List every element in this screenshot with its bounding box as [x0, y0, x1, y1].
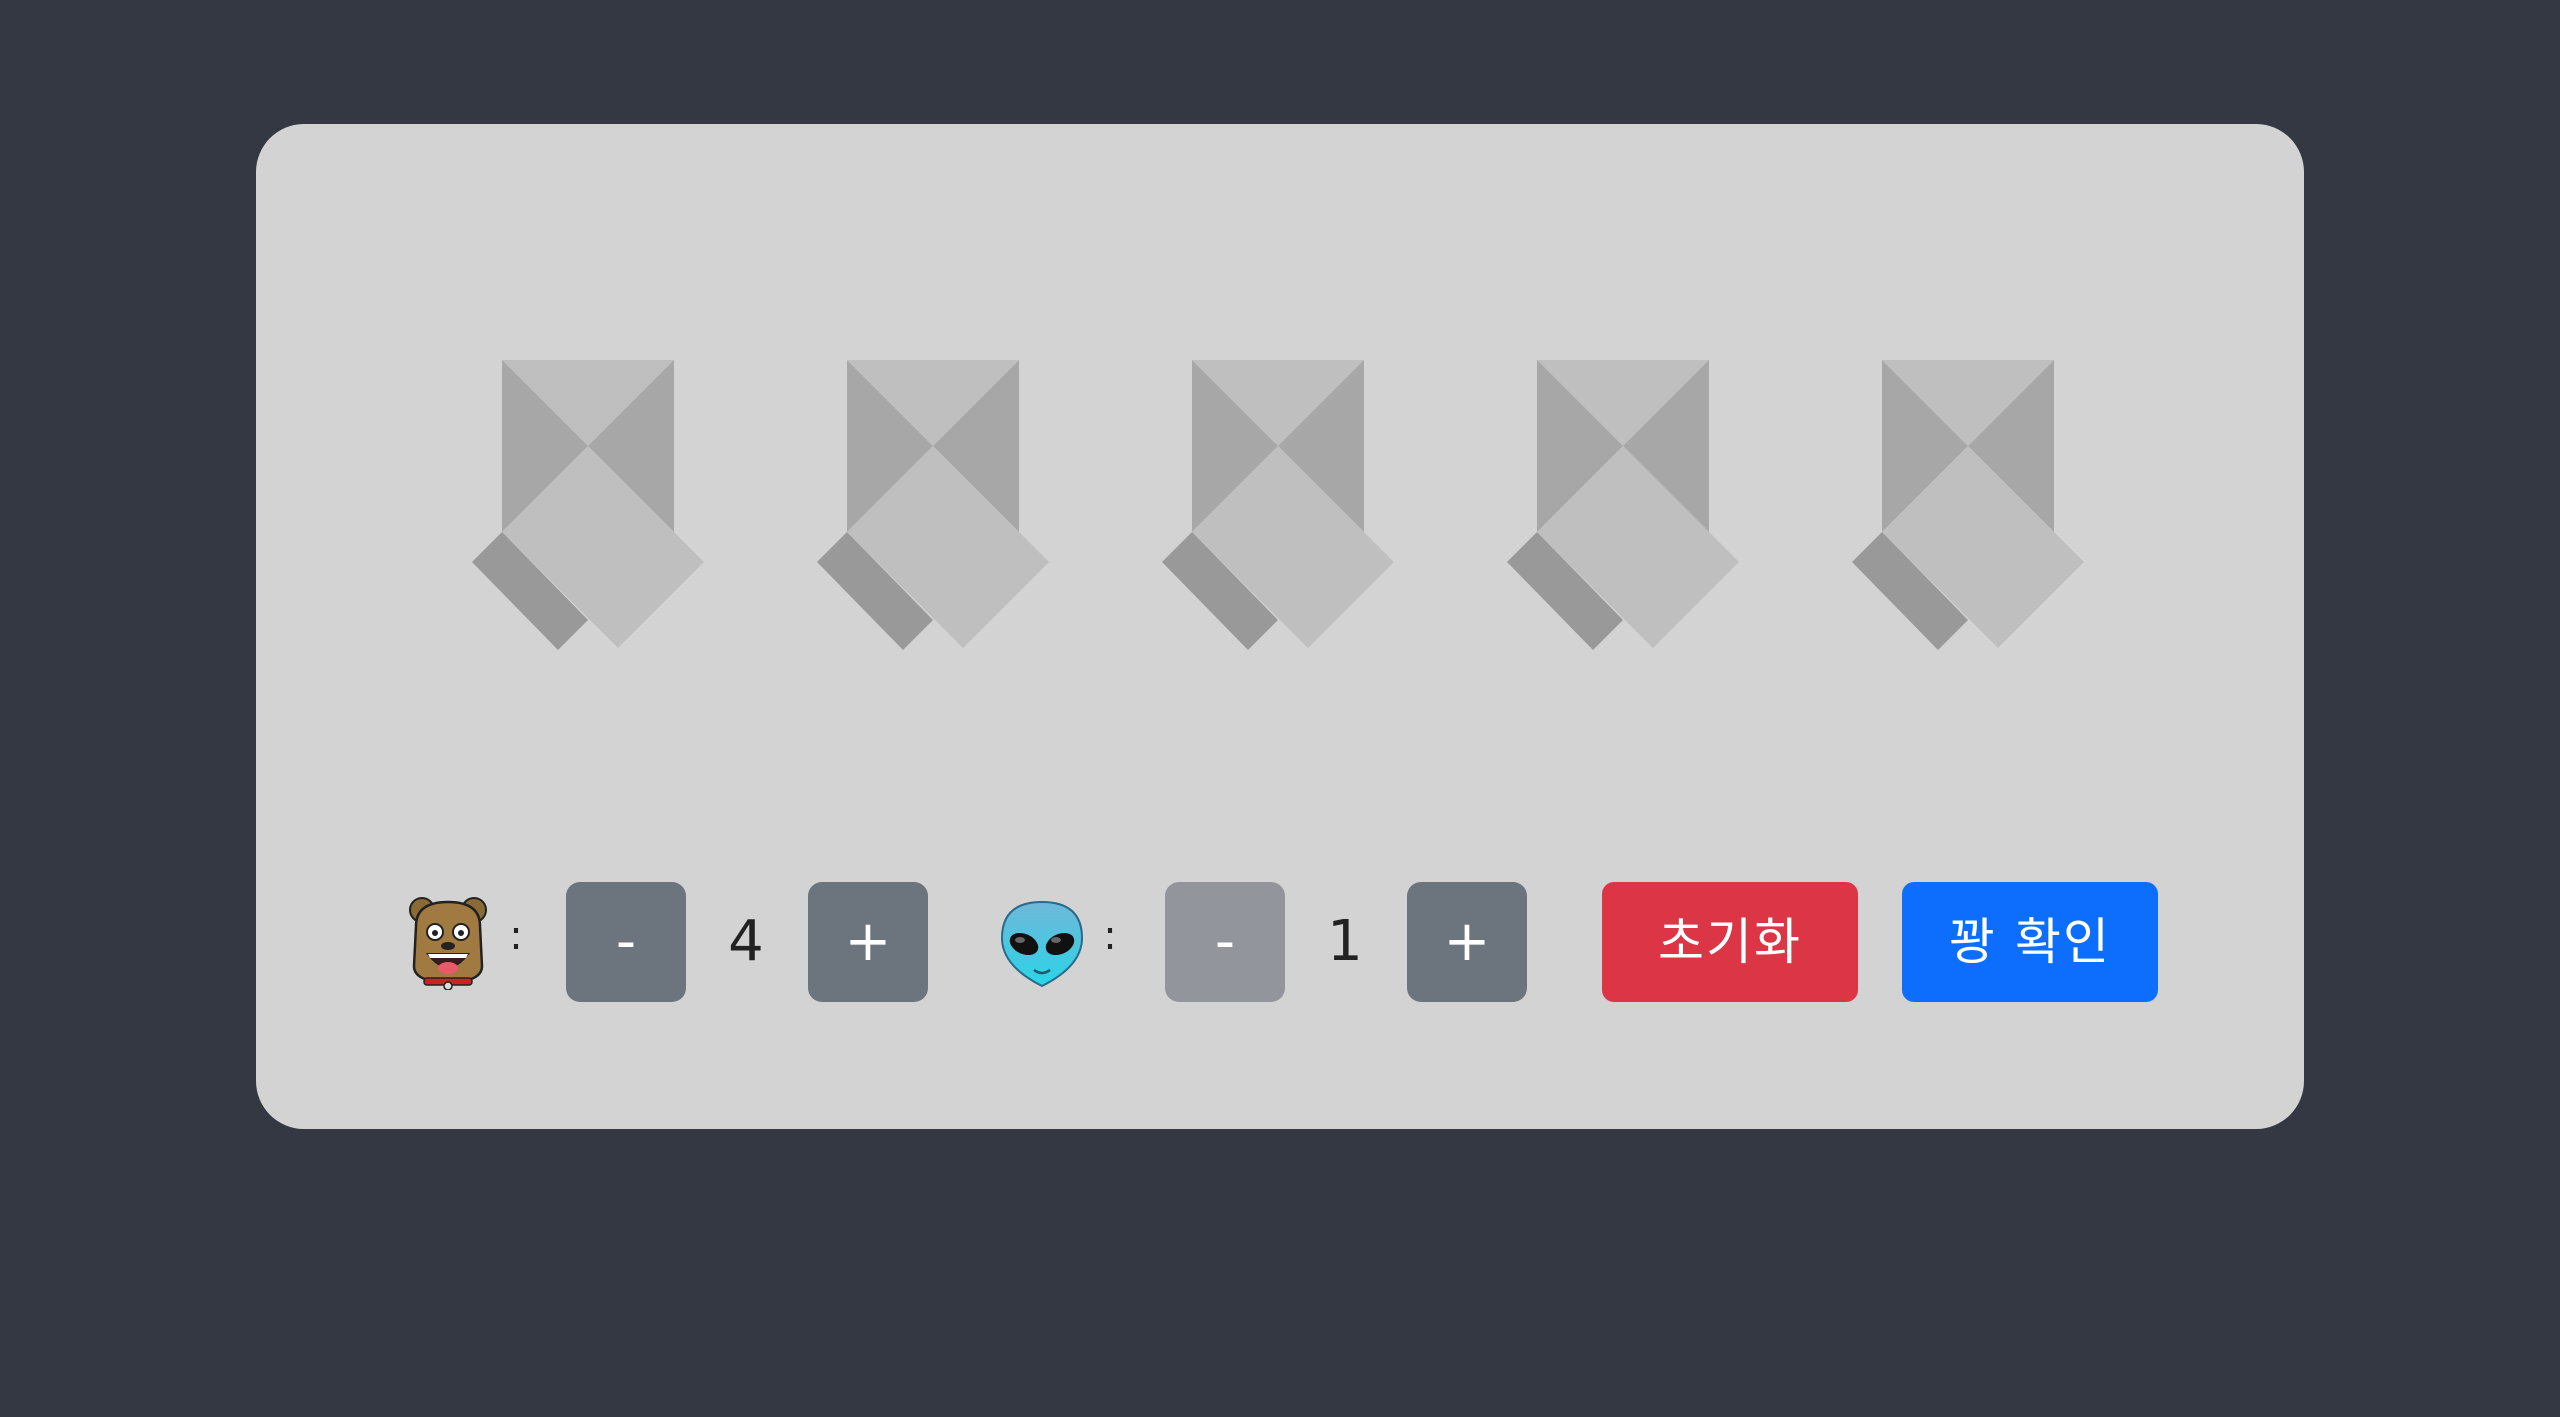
alien-count: 1: [1327, 909, 1363, 974]
player-separator: :: [1103, 913, 1117, 959]
ribbon-icon[interactable]: [472, 360, 704, 650]
ribbon-icon[interactable]: [1507, 360, 1739, 650]
ribbon-icon[interactable]: [817, 360, 1049, 650]
reset-button[interactable]: 초기화: [1602, 882, 1858, 1002]
decrease-bulldog-button[interactable]: -: [566, 882, 686, 1002]
player-separator: :: [509, 913, 523, 959]
ribbon-row: [256, 124, 2304, 824]
decrease-alien-button[interactable]: -: [1165, 882, 1285, 1002]
ribbon-icon[interactable]: [1162, 360, 1394, 650]
confirm-result-button[interactable]: 꽝 확인: [1902, 882, 2158, 1002]
game-card: : - 4 + : - 1 + 초기화 꽝 확인: [256, 124, 2304, 1129]
bulldog-count: 4: [728, 909, 764, 974]
control-bar: : - 4 + : - 1 + 초기화 꽝 확인: [256, 882, 2304, 1006]
alien-face-icon: [1000, 900, 1084, 988]
increase-alien-button[interactable]: +: [1407, 882, 1527, 1002]
bulldog-face-icon: [409, 897, 487, 990]
increase-bulldog-button[interactable]: +: [808, 882, 928, 1002]
ribbon-icon[interactable]: [1852, 360, 2084, 650]
